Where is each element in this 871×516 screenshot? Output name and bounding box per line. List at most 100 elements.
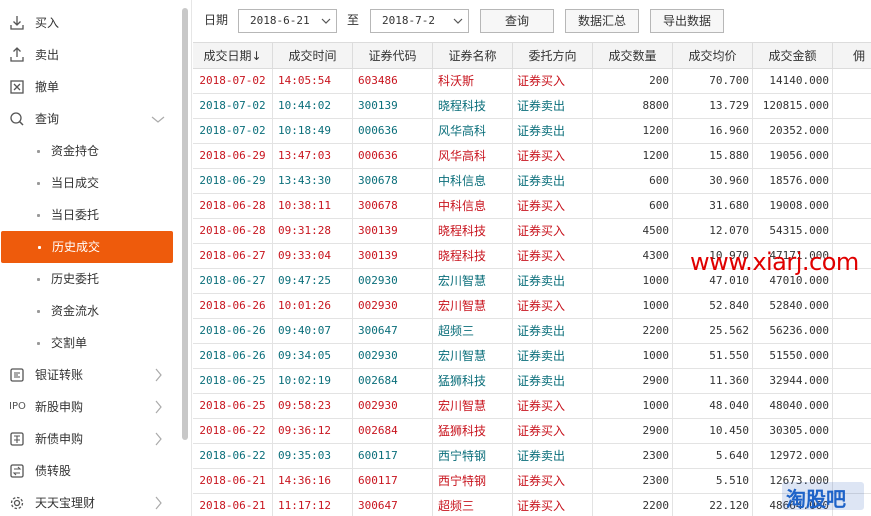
sidebar-subitem-label: 当日委托 <box>51 208 100 222</box>
cell-date: 2018-06-29 <box>193 144 273 168</box>
table-row[interactable]: 2018-06-29 13:47:03 000636 风华高科 证券买入 1200 15.8… <box>193 144 871 169</box>
sidebar-subitem-history-orders[interactable]: 历史委托 <box>0 263 173 295</box>
cell-commission <box>833 119 871 143</box>
sidebar-item-sell[interactable]: 卖出 <box>0 39 180 71</box>
cell-time: 13:43:30 <box>273 169 353 193</box>
cell-amount: 54315.000 <box>753 219 833 243</box>
table-row[interactable]: 2018-06-28 09:31:28 300139 晓程科技 证券买入 4500 12.0… <box>193 219 871 244</box>
sidebar-subitem-label: 历史委托 <box>51 272 100 286</box>
query-button[interactable]: 查询 <box>480 9 554 33</box>
table-header: 成交日期↓ 成交时间 证券代码 证券名称 委托方向 成交数量 成交均价 成交金额… <box>193 42 871 69</box>
sidebar-item-label: 银证转账 <box>35 368 84 382</box>
bullet-icon <box>37 150 40 153</box>
table-row[interactable]: 2018-06-25 10:02:19 002684 猛狮科技 证券卖出 2900 11.3… <box>193 369 871 394</box>
cell-dir: 证券卖出 <box>513 269 593 293</box>
sidebar-subitem-today-orders[interactable]: 当日委托 <box>0 199 173 231</box>
cell-price: 13.729 <box>673 94 753 118</box>
col-direction[interactable]: 委托方向 <box>513 43 593 69</box>
col-commission[interactable]: 佣 <box>833 43 871 69</box>
cell-name: 科沃斯 <box>433 69 513 93</box>
cell-price: 16.960 <box>673 119 753 143</box>
cell-qty: 600 <box>593 194 673 218</box>
start-date-picker[interactable]: 2018-6-21 <box>238 9 337 33</box>
cell-code: 600117 <box>353 444 433 468</box>
cell-code: 300139 <box>353 94 433 118</box>
cell-name: 晓程科技 <box>433 94 513 118</box>
cell-code: 002930 <box>353 294 433 318</box>
summary-button[interactable]: 数据汇总 <box>565 9 639 33</box>
cell-code: 300139 <box>353 219 433 243</box>
cell-qty: 2900 <box>593 419 673 443</box>
sidebar-subitem-positions[interactable]: 资金持仓 <box>0 135 173 167</box>
table-row[interactable]: 2018-06-26 10:01:26 002930 宏川智慧 证券买入 1000 52.8… <box>193 294 871 319</box>
cell-amount: 20352.000 <box>753 119 833 143</box>
table-row[interactable]: 2018-06-26 09:34:05 002930 宏川智慧 证券卖出 1000 51.5… <box>193 344 871 369</box>
table-row[interactable]: 2018-06-22 09:36:12 002684 猛狮科技 证券买入 2900 10.4… <box>193 419 871 444</box>
col-amount[interactable]: 成交金额 <box>753 43 833 69</box>
sidebar-item-convert[interactable]: 债转股 <box>0 455 180 487</box>
cell-date: 2018-06-22 <box>193 444 273 468</box>
table-row[interactable]: 2018-06-29 13:43:30 300678 中科信息 证券卖出 600 30.96… <box>193 169 871 194</box>
table-row[interactable]: 2018-07-02 14:05:54 603486 科沃斯 证券买入 200 70.700… <box>193 69 871 94</box>
cell-time: 11:17:12 <box>273 494 353 516</box>
sidebar: 买入 卖出 撤单 查询 资金持仓 当日成交 当日委托 历史成交 历史委托 资金流… <box>0 0 192 516</box>
col-name[interactable]: 证券名称 <box>433 43 513 69</box>
sidebar-item-bank-transfer[interactable]: 银证转账 <box>0 359 180 391</box>
sidebar-item-cancel[interactable]: 撤单 <box>0 71 180 103</box>
col-quantity[interactable]: 成交数量 <box>593 43 673 69</box>
sidebar-subitem-history-trades[interactable]: 历史成交 <box>1 231 173 263</box>
table-row[interactable]: 2018-06-28 10:38:11 300678 中科信息 证券买入 600 31.68… <box>193 194 871 219</box>
cell-time: 09:58:23 <box>273 394 353 418</box>
cell-time: 09:36:12 <box>273 419 353 443</box>
col-price[interactable]: 成交均价 <box>673 43 753 69</box>
sidebar-item-label: 新股申购 <box>35 400 84 414</box>
sidebar-item-bond[interactable]: 新债申购 <box>0 423 180 455</box>
cell-date: 2018-06-26 <box>193 319 273 343</box>
cell-commission <box>833 69 871 93</box>
bullet-icon <box>37 214 40 217</box>
cell-date: 2018-06-27 <box>193 269 273 293</box>
table-row[interactable]: 2018-06-25 09:58:23 002930 宏川智慧 证券买入 1000 48.0… <box>193 394 871 419</box>
cell-amount: 48040.000 <box>753 394 833 418</box>
end-date-picker[interactable]: 2018-7-2 <box>370 9 469 33</box>
sidebar-subitem-today-trades[interactable]: 当日成交 <box>0 167 173 199</box>
col-code[interactable]: 证券代码 <box>353 43 433 69</box>
export-button[interactable]: 导出数据 <box>650 9 724 33</box>
sidebar-item-buy[interactable]: 买入 <box>0 7 180 39</box>
download-icon <box>10 16 24 30</box>
brand-watermark: 淘股吧 <box>782 482 864 511</box>
bank-transfer-icon <box>10 368 24 382</box>
table-row[interactable]: 2018-07-02 10:18:49 000636 风华高科 证券卖出 1200 16.9… <box>193 119 871 144</box>
table-row[interactable]: 2018-07-02 10:44:02 300139 晓程科技 证券卖出 8800 13.7… <box>193 94 871 119</box>
cell-amount: 18576.000 <box>753 169 833 193</box>
cell-amount: 51550.000 <box>753 344 833 368</box>
table-row[interactable]: 2018-06-21 11:17:12 300647 超频三 证券买入 2200 22.12… <box>193 494 871 516</box>
chevron-right-icon <box>155 400 162 414</box>
cell-name: 西宁特钢 <box>433 444 513 468</box>
cell-name: 晓程科技 <box>433 244 513 268</box>
sidebar-item-wealth[interactable]: 天天宝理财 <box>0 487 180 516</box>
sidebar-subitem-cash-flow[interactable]: 资金流水 <box>0 295 173 327</box>
sidebar-scrollbar[interactable] <box>182 8 188 440</box>
bullet-icon <box>37 278 40 281</box>
to-label: 至 <box>347 13 360 27</box>
cell-dir: 证券卖出 <box>513 119 593 143</box>
cell-code: 300647 <box>353 319 433 343</box>
bullet-icon <box>37 310 40 313</box>
cell-qty: 1200 <box>593 119 673 143</box>
table-row[interactable]: 2018-06-21 14:36:16 600117 西宁特钢 证券买入 2300 5.51… <box>193 469 871 494</box>
col-time[interactable]: 成交时间 <box>273 43 353 69</box>
cell-code: 002684 <box>353 369 433 393</box>
cell-price: 48.040 <box>673 394 753 418</box>
table-row[interactable]: 2018-06-22 09:35:03 600117 西宁特钢 证券卖出 2300 5.64… <box>193 444 871 469</box>
cell-date: 2018-07-02 <box>193 119 273 143</box>
sidebar-item-query[interactable]: 查询 <box>0 103 180 135</box>
col-date[interactable]: 成交日期↓ <box>193 43 273 69</box>
table-row[interactable]: 2018-06-26 09:40:07 300647 超频三 证券卖出 2200 25.56… <box>193 319 871 344</box>
cell-code: 000636 <box>353 119 433 143</box>
sidebar-subitem-delivery[interactable]: 交割单 <box>0 327 173 359</box>
chevron-up-icon <box>151 116 165 123</box>
cell-commission <box>833 219 871 243</box>
cell-commission <box>833 194 871 218</box>
sidebar-item-ipo[interactable]: IPO 新股申购 <box>0 391 180 423</box>
